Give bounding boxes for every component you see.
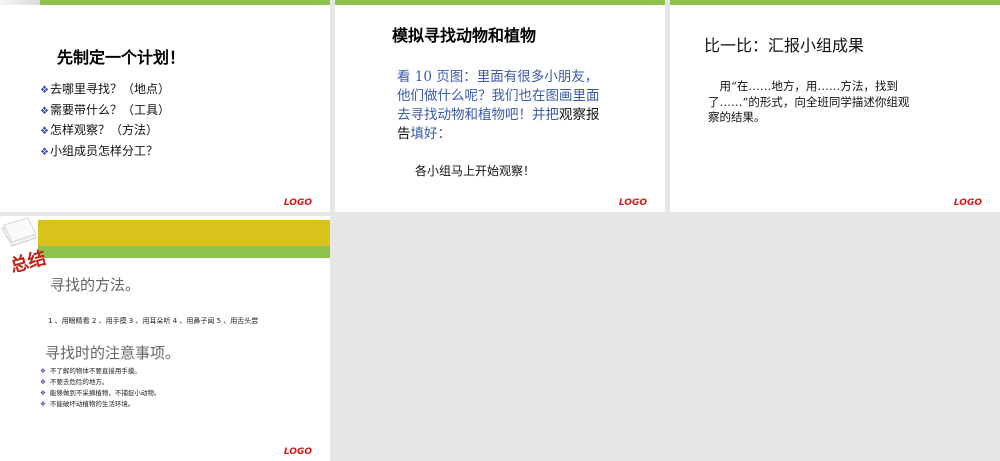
list-item: ❖ 不要去危险的地方。 — [40, 378, 109, 386]
logo: LOGO — [953, 198, 982, 208]
list-item: ❖ 不了解的物体不要直接用手摸。 — [40, 367, 141, 375]
list-item: ❖ 能够做到不采摘植物，不捕捉小动物。 — [40, 389, 161, 397]
list-item: ❖小组成员怎样分工？ — [40, 143, 158, 158]
logo: LOGO — [618, 198, 647, 208]
methods-line: 1 、用眼睛看 2 、用手摸 3 、用耳朵听 4 、用鼻子闻 5 、用舌头尝 — [48, 317, 259, 325]
diamond-bullet-icon: ❖ — [40, 400, 46, 408]
report-paragraph: 用“在……地方，用……方法，找到了……”的形式，向全班同学描述你组观察的结果。 — [708, 79, 910, 124]
header-bar — [335, 0, 665, 5]
diamond-bullet-icon: ❖ — [40, 389, 46, 397]
corner-decoration — [0, 0, 40, 5]
list-item: ❖ 不能破坏动植物的生活环境。 — [40, 400, 135, 408]
logo: LOGO — [283, 447, 312, 457]
diamond-bullet-icon: ❖ — [40, 126, 49, 137]
header-bar-yellow — [38, 220, 330, 246]
slide-title: 先制定一个计划！ — [57, 48, 186, 67]
logo: LOGO — [283, 198, 312, 208]
list-item: ❖怎样观察？（方法） — [40, 123, 158, 137]
header-bar — [0, 0, 330, 5]
section-heading: 寻找时的注意事项。 — [45, 344, 181, 362]
list-item: ❖去哪里寻找？（地点） — [40, 82, 170, 96]
papers-icon — [1, 217, 37, 247]
header-bar — [670, 0, 1000, 5]
section-heading: 寻找的方法。 — [50, 276, 141, 294]
diamond-bullet-icon: ❖ — [40, 146, 49, 158]
diamond-bullet-icon: ❖ — [40, 378, 46, 386]
diamond-bullet-icon: ❖ — [40, 367, 46, 375]
list-item: ❖需要带什么？（工具） — [40, 102, 170, 117]
plan-list: ❖去哪里寻找？（地点） ❖需要带什么？（工具） ❖怎样观察？（方法） ❖小组成员… — [40, 80, 170, 162]
slide-summary[interactable]: 总结 寻找的方法。 1 、用眼睛看 2 、用手摸 3 、用耳朵听 4 、用鼻子闻… — [0, 216, 330, 461]
slide-simulate[interactable]: 模拟寻找动物和植物 看 10 页图：里面有很多小朋友，他们做什么呢？我们也在图画… — [335, 0, 665, 212]
slide-report[interactable]: 比一比：汇报小组成果 用“在……地方，用……方法，找到了……”的形式，向全班同学… — [670, 0, 1000, 212]
diamond-bullet-icon: ❖ — [40, 105, 49, 117]
slide-title: 模拟寻找动物和植物 — [392, 26, 537, 45]
instruction-paragraph: 看 10 页图：里面有很多小朋友，他们做什么呢？我们也在图画里面去寻找动物和植物… — [397, 69, 600, 142]
slide-plan[interactable]: 先制定一个计划！ ❖去哪里寻找？（地点） ❖需要带什么？（工具） ❖怎样观察？（… — [0, 0, 330, 212]
diamond-bullet-icon: ❖ — [40, 85, 49, 96]
header-bar-green — [38, 246, 330, 258]
notes-list: ❖ 不了解的物体不要直接用手摸。 ❖ 不要去危险的地方。 ❖ 能够做到不采摘植物，不捕… — [40, 366, 160, 410]
sub-instruction: 各小组马上开始观察！ — [415, 164, 536, 178]
slide-title: 比一比：汇报小组成果 — [704, 36, 865, 55]
